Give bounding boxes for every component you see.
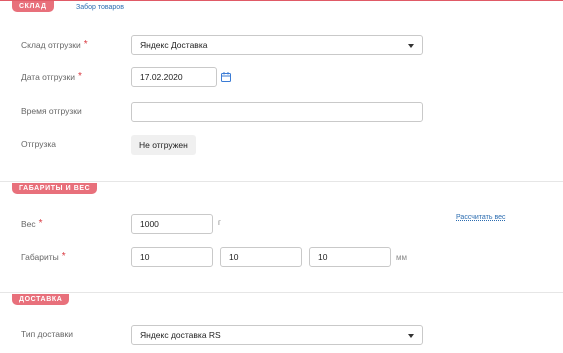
weight-value: 1000 [140, 219, 159, 229]
delivery-type-value: Яндекс доставка RS [140, 330, 221, 340]
length-value: 10 [140, 252, 150, 262]
ship-date-value: 17.02.2020 [140, 72, 183, 82]
calculate-weight-link[interactable]: Рассчитать вес [456, 214, 506, 221]
ship-time-row: Время отгрузки [0, 102, 563, 122]
ship-time-label: Время отгрузки [21, 106, 82, 116]
chevron-down-icon [408, 44, 414, 48]
size-label: Габариты * [21, 251, 66, 262]
ship-warehouse-value: Яндекс Доставка [140, 40, 208, 50]
shipment-status-badge: Не отгружен [131, 135, 196, 155]
required-marker: * [77, 71, 82, 82]
shipment-label: Отгрузка [21, 139, 57, 149]
ship-warehouse-row: Склад отгрузки * Яндекс Доставка [0, 35, 563, 55]
dimensions-section: Габариты и вес Вес * 1000 г Рассчитать ве… [0, 181, 563, 293]
delivery-type-row: Тип доставки Яндекс доставка RS [0, 325, 563, 345]
delivery-section-badge: Доставка [12, 294, 70, 305]
required-marker: * [83, 39, 88, 50]
weight-input[interactable]: 1000 [131, 214, 213, 234]
chevron-down-icon [408, 334, 414, 338]
length-input[interactable]: 10 [131, 247, 213, 267]
calendar-icon[interactable] [221, 72, 231, 82]
shipment-row: Отгрузка Не отгружен [0, 135, 563, 155]
ship-date-input[interactable]: 17.02.2020 [131, 67, 217, 87]
pickup-goods-link[interactable]: Забор товаров [76, 4, 124, 11]
ship-date-label: Дата отгрузки * [21, 71, 82, 82]
width-value: 10 [229, 252, 239, 262]
width-input[interactable]: 10 [220, 247, 302, 267]
warehouse-section: Склад Забор товаров Склад отгрузки * Янде… [0, 0, 563, 181]
required-marker: * [61, 251, 66, 262]
ship-time-input[interactable] [131, 102, 423, 122]
dimensions-section-badge: Габариты и вес [12, 183, 98, 194]
ship-warehouse-label: Склад отгрузки * [21, 39, 88, 50]
delivery-type-select[interactable]: Яндекс доставка RS [131, 325, 423, 345]
height-input[interactable]: 10 [309, 247, 391, 267]
warehouse-section-badge: Склад [12, 1, 54, 12]
size-row: Габариты * 10 10 10 мм [0, 247, 563, 267]
weight-row: Вес * 1000 г Рассчитать вес [0, 214, 563, 234]
ship-warehouse-select[interactable]: Яндекс Доставка [131, 35, 423, 55]
height-value: 10 [318, 252, 328, 262]
delivery-section: Доставка Тип доставки Яндекс доставка RS [0, 292, 563, 353]
weight-unit: г [218, 218, 221, 227]
ship-date-row: Дата отгрузки * 17.02.2020 [0, 67, 563, 87]
weight-label: Вес * [21, 218, 43, 229]
delivery-type-label: Тип доставки [21, 329, 73, 339]
size-unit: мм [396, 253, 407, 262]
required-marker: * [38, 218, 43, 229]
